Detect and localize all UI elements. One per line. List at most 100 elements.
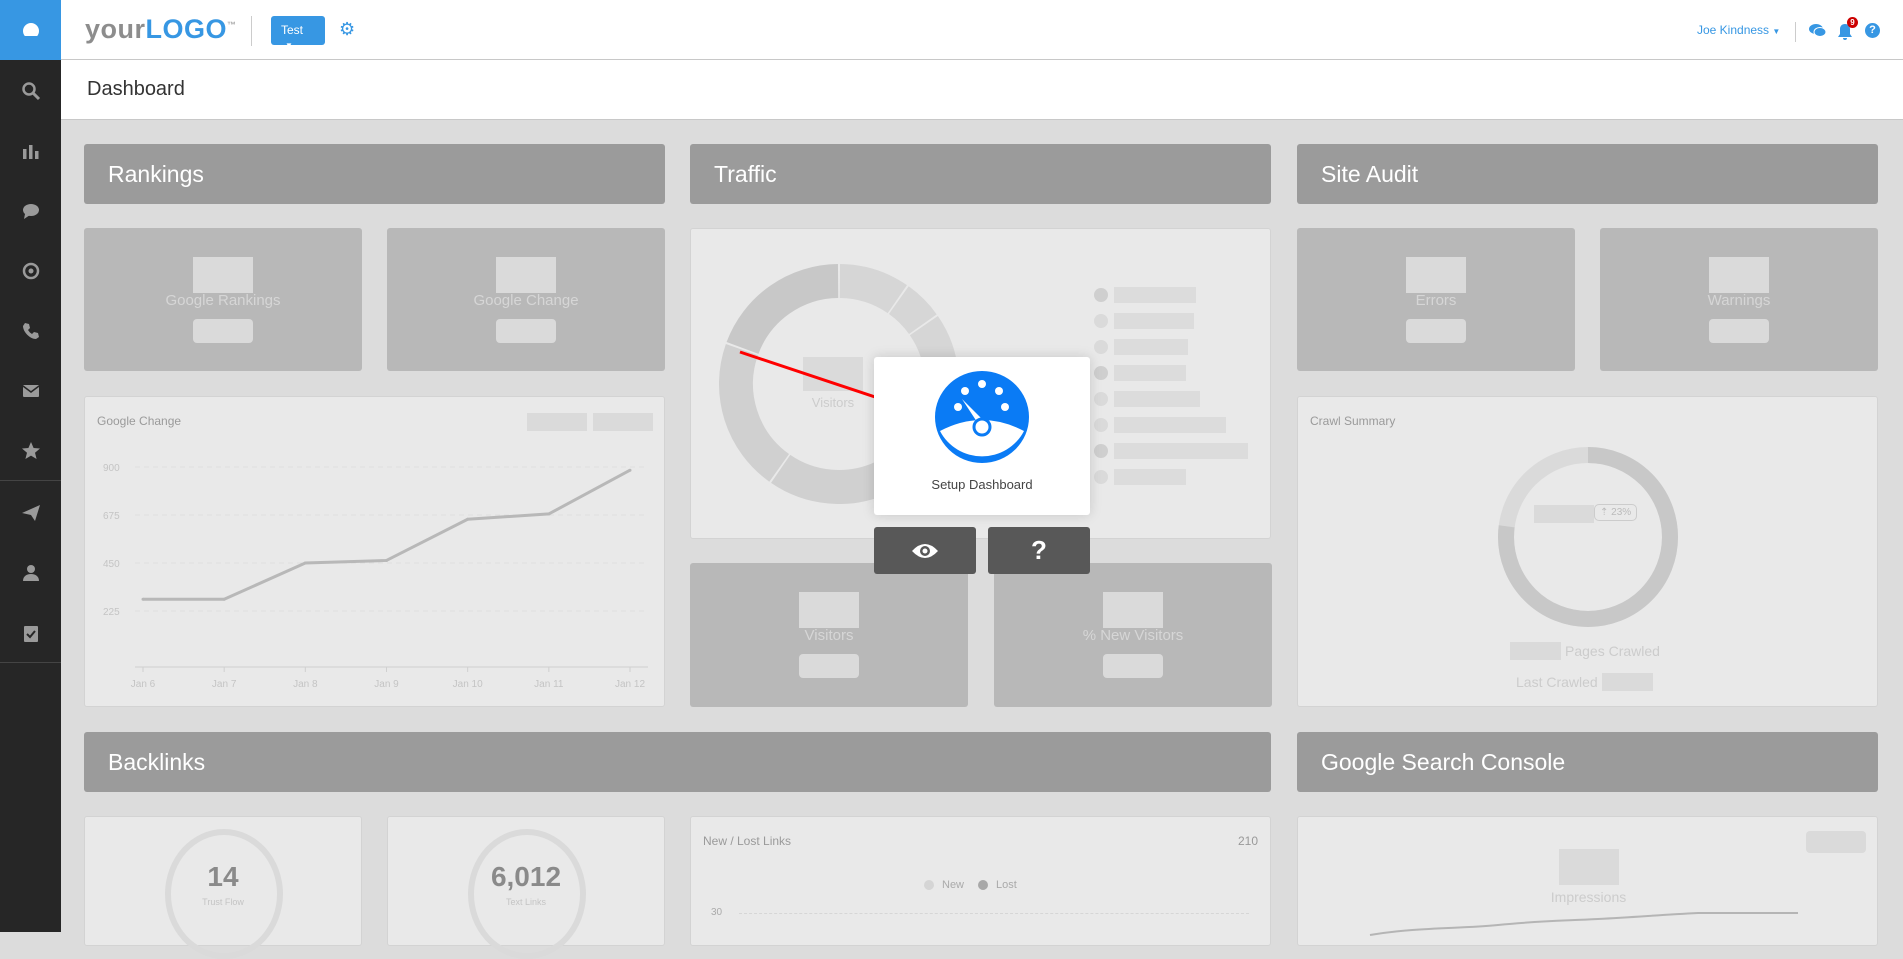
change-placeholder bbox=[1709, 319, 1769, 343]
caret-down-icon: ▼ bbox=[1772, 27, 1781, 36]
legend-new: New bbox=[942, 879, 965, 891]
sidebar-item-comment[interactable] bbox=[0, 182, 61, 240]
setup-dashboard-label: Setup Dashboard bbox=[931, 477, 1033, 492]
clipboard-check-icon bbox=[23, 626, 38, 642]
setup-dashboard-card[interactable]: Setup Dashboard bbox=[874, 357, 1090, 515]
value-placeholder bbox=[1103, 592, 1163, 628]
divider bbox=[1795, 22, 1796, 42]
crawl-donut-chart bbox=[1498, 447, 1678, 627]
impressions-sparkline bbox=[1369, 912, 1798, 936]
warnings-card[interactable]: Warnings bbox=[1600, 228, 1878, 371]
site-audit-header: Site Audit bbox=[1297, 144, 1878, 204]
dashboard-gauge-icon bbox=[935, 371, 1029, 463]
x-tick-label: Jan 9 bbox=[374, 679, 399, 690]
x-tick-label: Jan 6 bbox=[131, 679, 156, 690]
sidebar-item-search[interactable] bbox=[0, 62, 61, 120]
change-placeholder bbox=[496, 319, 556, 343]
legend-swatch-new bbox=[924, 880, 934, 890]
card-label: Google Change bbox=[473, 292, 579, 309]
comment-icon bbox=[22, 204, 39, 219]
trust-flow-card: 14 Trust Flow bbox=[84, 816, 362, 959]
user-icon bbox=[22, 565, 39, 581]
sidebar-item-envelope[interactable] bbox=[0, 362, 61, 420]
sidebar-item-bar-chart[interactable] bbox=[0, 122, 61, 180]
gsc-card: Impressions bbox=[1297, 816, 1878, 946]
card-label: Warnings bbox=[1707, 292, 1771, 309]
change-placeholder bbox=[193, 319, 253, 343]
legend-item bbox=[1094, 438, 1248, 464]
project-dropdown-button[interactable]: Test ▼ bbox=[271, 16, 325, 50]
google-rankings-card[interactable]: Google Rankings bbox=[84, 228, 362, 371]
value-placeholder bbox=[1559, 849, 1619, 885]
y-tick-label: 450 bbox=[103, 559, 120, 570]
sidebar-item-user[interactable] bbox=[0, 544, 61, 602]
change-placeholder bbox=[799, 654, 859, 678]
bar-chart-icon bbox=[22, 145, 38, 159]
top-header: yourLOGO™ Test ▼ ⚙ Joe Kindness ▼ 9 ? bbox=[61, 0, 1903, 60]
envelope-icon bbox=[22, 385, 39, 397]
text-links-value: 6,012 bbox=[490, 861, 562, 892]
sidebar-item-paper-plane[interactable] bbox=[0, 484, 61, 542]
value-placeholder bbox=[193, 257, 253, 293]
at-sign-icon bbox=[22, 262, 39, 280]
caret-down-icon: ▼ bbox=[285, 41, 293, 50]
trust-flow-value: 14 bbox=[207, 861, 239, 892]
trend-icon: ⇡ bbox=[1600, 507, 1609, 518]
new-visitors-card[interactable]: % New Visitors bbox=[994, 563, 1272, 707]
value-placeholder bbox=[1534, 505, 1594, 523]
legend-item bbox=[1094, 308, 1248, 334]
paper-plane-icon bbox=[21, 505, 40, 521]
errors-card[interactable]: Errors bbox=[1297, 228, 1575, 371]
phone-icon bbox=[22, 323, 39, 339]
card-title: Crawl Summary bbox=[1310, 414, 1396, 428]
notification-badge: 9 bbox=[1847, 17, 1858, 28]
data-point bbox=[628, 468, 632, 472]
x-tick-label: Jan 8 bbox=[293, 679, 318, 690]
help-icon[interactable]: ? bbox=[1865, 23, 1880, 38]
help-button[interactable]: ? bbox=[988, 527, 1090, 574]
sidebar-item-phone[interactable] bbox=[0, 302, 61, 360]
visitors-card[interactable]: Visitors bbox=[690, 563, 968, 707]
data-point bbox=[547, 512, 551, 516]
crawl-change-badge: ⇡ 23% bbox=[1594, 504, 1638, 521]
sidebar-item-star[interactable] bbox=[0, 422, 61, 480]
gsc-header: Google Search Console bbox=[1297, 732, 1878, 792]
chat-icon[interactable] bbox=[1809, 23, 1826, 38]
impressions-label: Impressions bbox=[1550, 889, 1627, 905]
new-lost-links-card: New / Lost Links 210 New Lost 30 bbox=[690, 816, 1271, 946]
star-icon bbox=[21, 442, 40, 459]
legend-lost: Lost bbox=[996, 879, 1017, 891]
page-title-bar: Dashboard bbox=[61, 60, 1903, 120]
user-menu[interactable]: Joe Kindness ▼ bbox=[1697, 23, 1780, 37]
legend-swatch-lost bbox=[978, 880, 989, 890]
donut-segment bbox=[888, 286, 937, 335]
x-tick-label: Jan 7 bbox=[212, 679, 237, 690]
traffic-header: Traffic bbox=[690, 144, 1271, 204]
notifications-button[interactable]: 9 bbox=[1837, 17, 1859, 42]
donut-segment bbox=[771, 454, 889, 504]
data-point bbox=[222, 597, 226, 601]
sidebar-item-clipboard-check[interactable] bbox=[0, 604, 61, 662]
value-placeholder bbox=[799, 592, 859, 628]
search-icon bbox=[21, 82, 40, 101]
series-line bbox=[143, 468, 631, 601]
gear-icon[interactable]: ⚙ bbox=[339, 19, 355, 40]
total-links: 210 bbox=[1237, 834, 1258, 848]
dashboard-icon bbox=[22, 23, 39, 36]
sidebar-item-dashboard[interactable] bbox=[0, 0, 61, 60]
data-point bbox=[303, 561, 307, 565]
pages-crawled-label: Pages Crawled bbox=[1565, 643, 1660, 659]
sidebar-item-at-sign[interactable] bbox=[0, 242, 61, 300]
divider bbox=[251, 16, 252, 46]
value-placeholder bbox=[1406, 257, 1466, 293]
preview-button[interactable] bbox=[874, 527, 976, 574]
data-point bbox=[141, 597, 145, 601]
y-tick-label: 900 bbox=[103, 463, 120, 474]
y-tick-label: 675 bbox=[103, 511, 120, 522]
legend-item bbox=[1094, 412, 1248, 438]
logo[interactable]: yourLOGO™ bbox=[85, 14, 237, 45]
google-change-card[interactable]: Google Change bbox=[387, 228, 665, 371]
question-icon: ? bbox=[1031, 535, 1047, 565]
google-change-line-chart: 225 450 675 900 Jan 6 Jan 7 Jan 8 Jan 9 Jan 10 Ja… bbox=[103, 463, 648, 690]
toggle-placeholder[interactable] bbox=[1806, 831, 1866, 853]
